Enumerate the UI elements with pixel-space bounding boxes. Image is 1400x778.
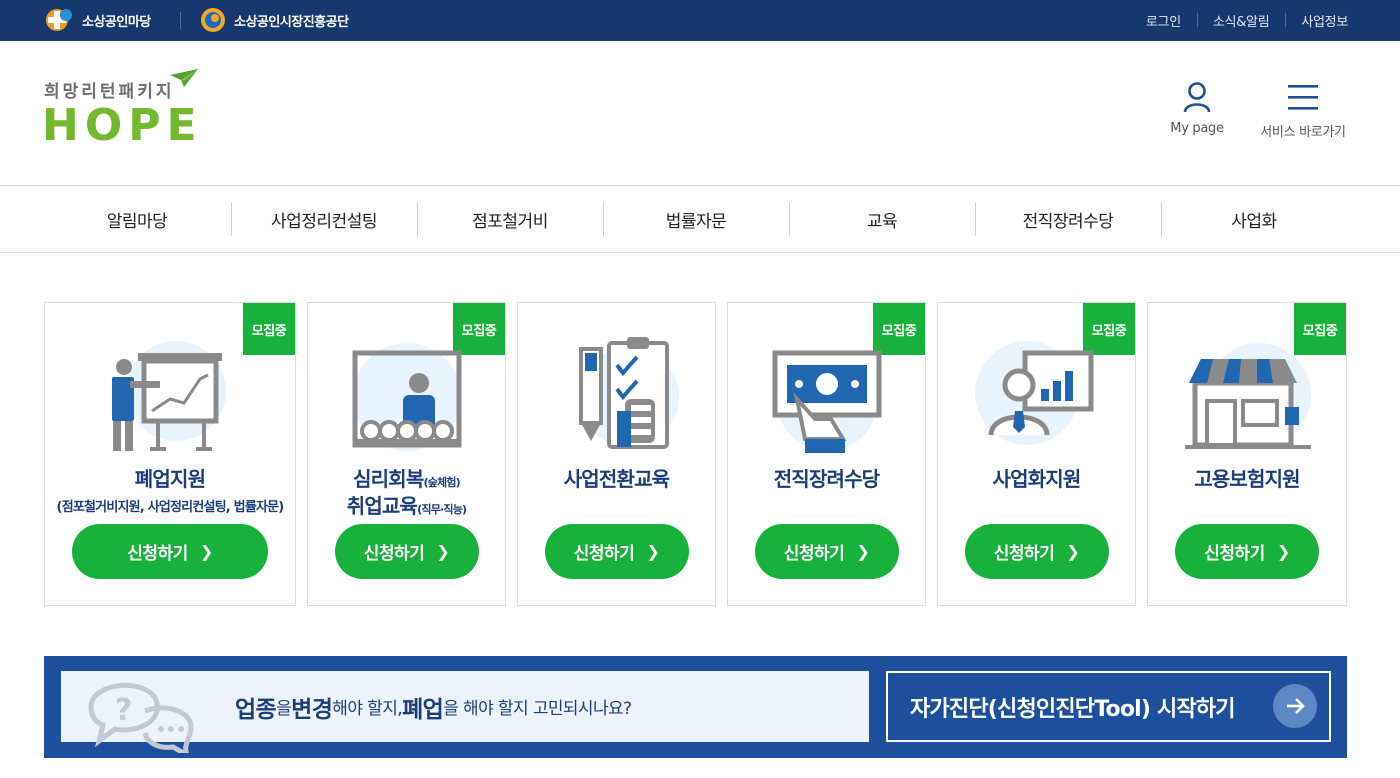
- classroom-icon: [337, 331, 477, 461]
- semas-logo-icon: [201, 8, 225, 32]
- chevron-right-icon: ❯: [856, 542, 870, 561]
- semas-logo-text: 소상공인시장진흥공단: [234, 14, 349, 30]
- apply-button-label: 신청하기: [127, 544, 188, 564]
- program-subtitle: (점포철거비지원, 사업정리컨설팅, 법률자문): [56, 500, 285, 515]
- start-self-diagnosis-label: 자가진단(신청인진단Tool) 시작하기: [910, 696, 1236, 722]
- checklist-icon: [547, 331, 687, 461]
- program-title: 전직장려수당: [773, 467, 880, 491]
- semas-logo[interactable]: 소상공인시장진흥공단: [198, 7, 349, 33]
- apply-button[interactable]: 신청하기 ❯: [544, 524, 689, 579]
- banner-question-text: 업종 을 변경 해야 할지, 폐업 을 해야 할지 고민되시나요?: [235, 671, 632, 742]
- program-title-line1: 심리회복(숲체험): [308, 466, 505, 496]
- program-title-2-note: (직무·직능): [417, 503, 467, 516]
- nav-item-legal[interactable]: 법률자문: [603, 186, 789, 253]
- nav-item-consulting[interactable]: 사업정리컨설팅: [231, 186, 417, 253]
- program-title-2: 취업교육: [346, 494, 418, 518]
- banner-keyword-change: 변경: [291, 696, 333, 723]
- program-card-employment-insurance: 모집중 고용보험지원 신청하기 ❯: [1147, 302, 1347, 606]
- hope-logo-wordmark: HOPE: [42, 100, 203, 151]
- apply-button-label: 신청하기: [993, 544, 1055, 564]
- nav-item-job-allowance[interactable]: 전직장려수당: [975, 186, 1161, 253]
- chevron-right-icon: ❯: [1066, 542, 1080, 561]
- sbiz-market-logo[interactable]: 소상공인마당: [44, 7, 151, 33]
- banner-question-panel: ? 업종 을 변경 해야 할지, 폐업 을 해야 할지 고민되시나요?: [61, 671, 869, 753]
- self-diagnosis-banner: ? 업종 을 변경 해야 할지, 폐업 을 해야 할지 고민되시나요? 자가진단(신청…: [44, 656, 1347, 758]
- businessman-chart-icon: [967, 331, 1107, 461]
- arrow-right-icon: [1273, 684, 1317, 728]
- top-bar-divider: [180, 12, 181, 29]
- user-icon: [1183, 82, 1211, 113]
- program-title: 사업화지원: [992, 467, 1082, 491]
- top-bar: 소상공인마당 소상공인시장진흥공단 로그인 소식&알림 사업정보: [0, 0, 1400, 41]
- top-links: 로그인 소식&알림 사업정보: [1130, 0, 1348, 41]
- recruiting-badge: 모집중: [243, 303, 295, 355]
- program-title: 심리회복: [353, 467, 424, 491]
- apply-button-label: 신청하기: [1204, 544, 1265, 564]
- apply-button[interactable]: 신청하기 ❯: [72, 524, 268, 579]
- service-menu-button[interactable]: 서비스 바로가기: [1252, 81, 1354, 140]
- program-card-commercialization: 모집중 사업화지원 신청하기 ❯: [937, 302, 1136, 606]
- money-hand-icon: [757, 331, 897, 461]
- banner-keyword-industry: 업종: [235, 696, 277, 723]
- news-link[interactable]: 소식&알림: [1196, 11, 1285, 30]
- chevron-right-icon: ❯: [199, 542, 213, 561]
- program-card-transition-edu: 사업전환교육 신청하기 ❯: [517, 302, 716, 606]
- sbiz-market-logo-text: 소상공인마당: [82, 14, 151, 30]
- program-title-note: (숲체험): [423, 476, 460, 489]
- business-info-link[interactable]: 사업정보: [1285, 11, 1348, 30]
- chevron-right-icon: ❯: [436, 542, 450, 561]
- login-link[interactable]: 로그인: [1130, 11, 1197, 30]
- main-nav: 알림마당 사업정리컨설팅 점포철거비 법률자문 교육 전직장려수당 사업화: [0, 186, 1400, 253]
- banner-text-segment: 해야 할지,: [332, 699, 403, 719]
- mypage-label: My page: [1170, 121, 1224, 136]
- hope-logo[interactable]: 희망리턴패키지 HOPE: [42, 69, 202, 159]
- apply-button-label: 신청하기: [573, 544, 635, 564]
- nav-item-notice[interactable]: 알림마당: [44, 186, 230, 253]
- chevron-right-icon: ❯: [1276, 542, 1290, 561]
- start-self-diagnosis-button[interactable]: 자가진단(신청인진단Tool) 시작하기: [886, 671, 1331, 742]
- header: 희망리턴패키지 HOPE My page 서비스 바로가기: [0, 41, 1400, 186]
- program-title-line2: 취업교육(직무·직능): [308, 493, 505, 523]
- question-bubble-icon: ?: [88, 682, 194, 753]
- apply-button[interactable]: 신청하기 ❯: [754, 524, 899, 579]
- service-menu-label: 서비스 바로가기: [1260, 125, 1346, 140]
- apply-button[interactable]: 신청하기 ❯: [334, 524, 479, 579]
- program-card-closure: 모집중 폐업지원 (점포철거비지원, 사업정리컨설팅, 법률자문) 신청하기 ❯: [44, 302, 296, 606]
- banner-text-segment: 을 해야 할지 고민되시나요?: [443, 699, 632, 719]
- presentation-icon: [100, 331, 240, 461]
- mypage-button[interactable]: My page: [1162, 81, 1232, 136]
- paper-plane-icon: [170, 69, 198, 87]
- chevron-right-icon: ❯: [646, 542, 660, 561]
- program-card-recovery: 모집중 심리회복(숲체험) 취업교육(직무·직능) 신청하기 ❯: [307, 302, 506, 606]
- program-card-job-allowance: 모집중 전직장려수당 신청하기 ❯: [727, 302, 926, 606]
- program-title: 폐업지원: [134, 467, 206, 491]
- storefront-icon: [1177, 331, 1317, 461]
- svg-text:?: ?: [115, 693, 132, 728]
- hope-logo-subtitle: 희망리턴패키지: [44, 82, 175, 102]
- hamburger-menu-icon: [1288, 85, 1318, 110]
- program-title: 사업전환교육: [563, 467, 670, 491]
- banner-keyword-closure: 폐업: [402, 696, 444, 723]
- apply-button[interactable]: 신청하기 ❯: [964, 524, 1109, 579]
- nav-item-commercialization[interactable]: 사업화: [1161, 186, 1347, 253]
- apply-button-label: 신청하기: [363, 544, 425, 564]
- banner-text-segment: 을: [276, 699, 292, 719]
- nav-item-education[interactable]: 교육: [789, 186, 975, 253]
- apply-button[interactable]: 신청하기 ❯: [1175, 524, 1319, 579]
- nav-item-demolition[interactable]: 점포철거비: [417, 186, 603, 253]
- sbiz-market-logo-icon: [46, 9, 72, 31]
- apply-button-label: 신청하기: [783, 544, 845, 564]
- program-title: 고용보험지원: [1194, 467, 1300, 491]
